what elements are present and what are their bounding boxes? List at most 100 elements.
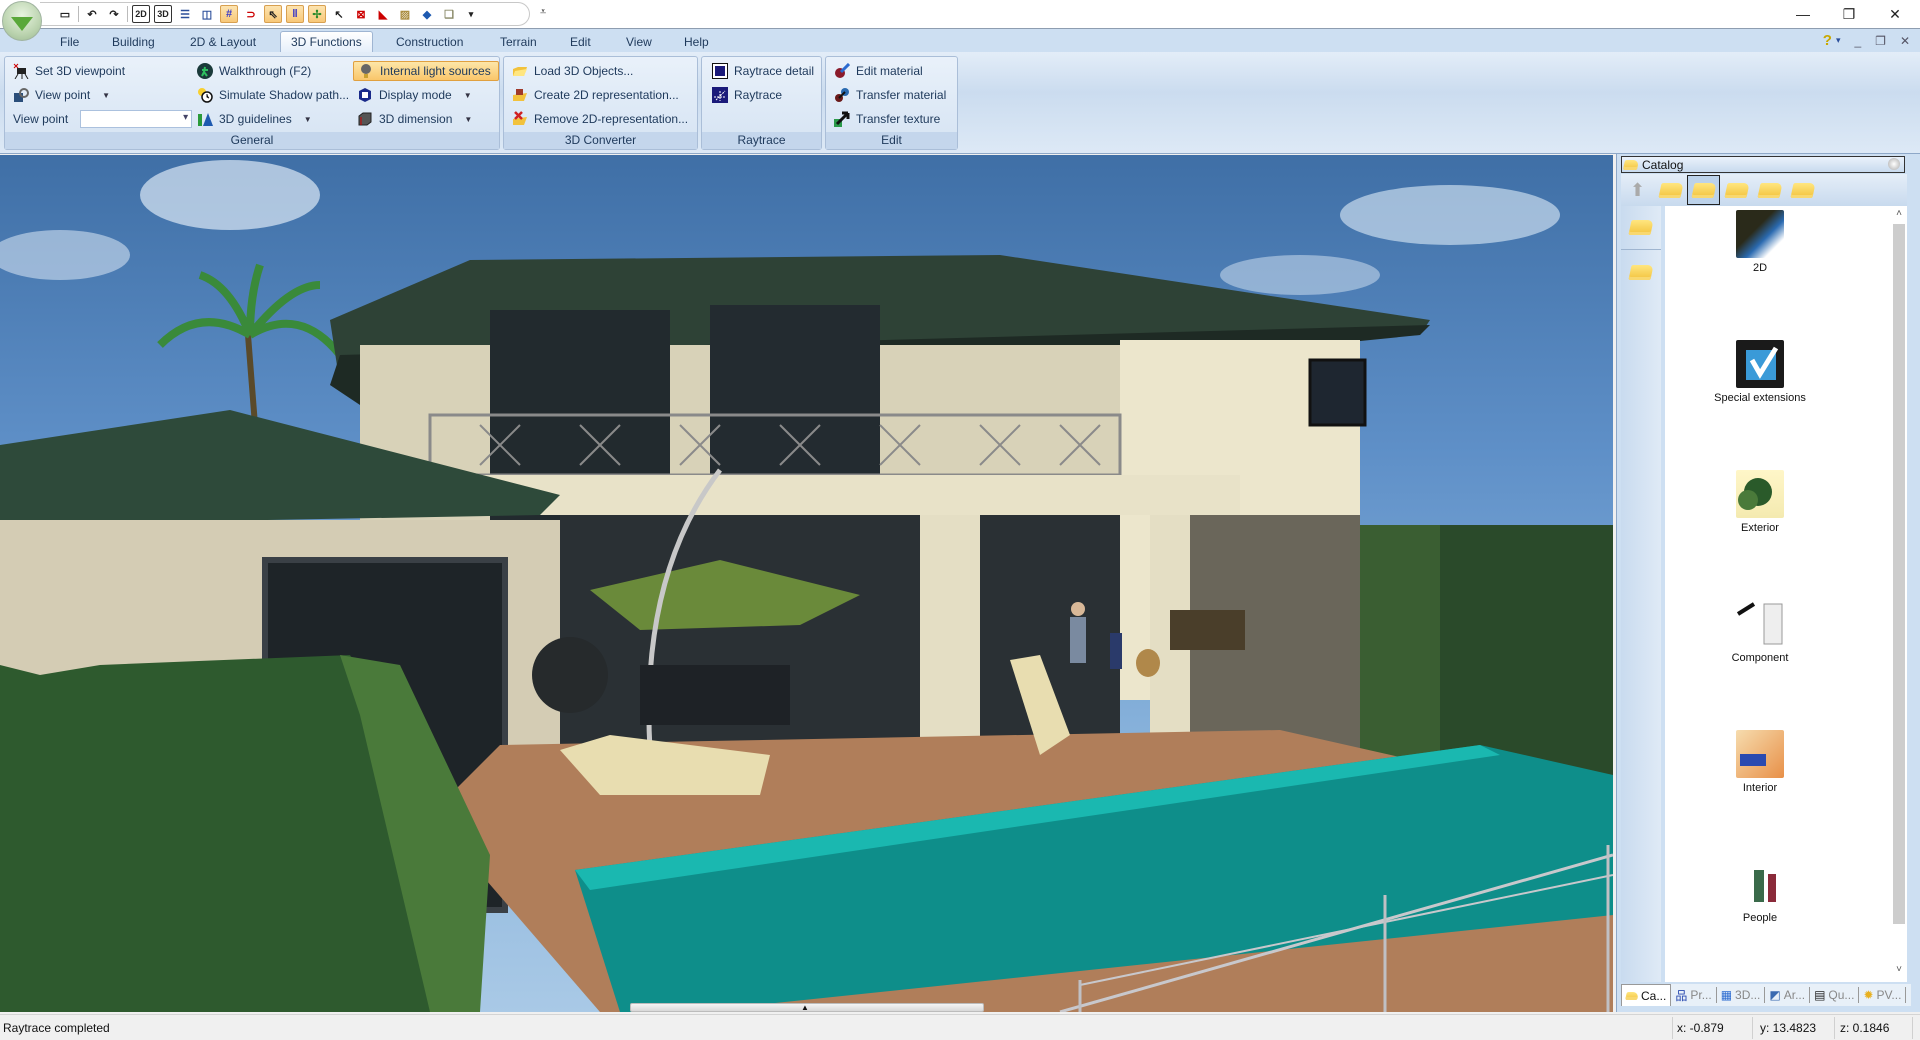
side-folder-plain[interactable] [1621, 250, 1661, 294]
restore-button[interactable]: ❐ [1834, 4, 1864, 24]
cloud [0, 230, 130, 280]
window-close-icon[interactable]: ⊠ [352, 5, 370, 23]
application-menu-button[interactable] [2, 1, 42, 41]
edit-material-button[interactable]: Edit material [830, 61, 927, 81]
tab-area[interactable]: ◩ Ar... [1765, 987, 1811, 1003]
view-point-combo[interactable] [80, 110, 193, 128]
copy-icon[interactable]: ❏ [440, 5, 458, 23]
split-vertical-icon[interactable]: ◫ [198, 5, 216, 23]
undo-icon[interactable]: ↶ [83, 5, 101, 23]
simulate-shadow-path-button[interactable]: Simulate Shadow path... [193, 85, 353, 105]
parallel-lines-icon[interactable]: ‖ [286, 5, 304, 23]
cube-display-icon [357, 87, 373, 103]
download-arrow-icon [11, 17, 33, 31]
tab-edit[interactable]: Edit [560, 32, 601, 53]
crosshair-icon[interactable]: ✢ [308, 5, 326, 23]
tab-help[interactable]: Help [674, 32, 719, 53]
grid-icon[interactable]: # [220, 5, 238, 23]
tab-construction[interactable]: Construction [386, 32, 473, 53]
side-folder-symbols[interactable] [1621, 206, 1661, 250]
customize-toolbar-icon[interactable]: ⩡ [540, 6, 546, 19]
area-icon: ◩ [1769, 988, 1781, 1002]
catalog-item-2d[interactable]: 2D [1665, 210, 1855, 274]
tab-quantities[interactable]: ▤ Qu... [1810, 987, 1860, 1003]
scroll-up-icon[interactable]: ˄ [1893, 208, 1905, 222]
tab-view[interactable]: View [616, 32, 662, 53]
tab-3d-functions[interactable]: 3D Functions [280, 31, 373, 53]
help-dropdown-icon[interactable]: ▾ [1836, 35, 1841, 46]
view-3d-icon[interactable]: 3D [154, 5, 172, 23]
catalog-item-component[interactable]: Component [1665, 600, 1855, 664]
folder-icon [1628, 264, 1654, 280]
coordinate-x: x: -0.879 [1677, 1021, 1724, 1035]
scroll-down-icon[interactable]: ˅ [1893, 964, 1905, 978]
split-horizontal-icon[interactable]: ☰ [176, 5, 194, 23]
magnet-icon[interactable]: ⊃ [242, 5, 260, 23]
view-2d-icon[interactable]: 2D [132, 5, 150, 23]
display-mode-button[interactable]: Display mode ▼ [353, 85, 476, 105]
mdi-close-button[interactable]: ✕ [1900, 34, 1910, 48]
tab-pv[interactable]: ✹ PV... [1859, 987, 1907, 1003]
minimize-button[interactable]: — [1788, 4, 1818, 24]
tab-2d-layout[interactable]: 2D & Layout [180, 32, 266, 53]
folder-globe-button[interactable] [1753, 175, 1786, 205]
set-3d-viewpoint-button[interactable]: Set 3D viewpoint [9, 61, 129, 81]
raytrace-button[interactable]: Raytrace [708, 85, 786, 105]
folder-shapes-button[interactable] [1786, 175, 1819, 205]
transfer-texture-button[interactable]: Transfer texture [830, 109, 944, 129]
help-icon[interactable]: ? [1823, 32, 1832, 49]
grid-icon: ▦ [1720, 988, 1733, 1002]
snap-pointer-icon[interactable]: ⇖ [264, 5, 282, 23]
catalog-item-exterior[interactable]: Exterior [1665, 470, 1855, 534]
create-2d-representation-button[interactable]: Create 2D representation... [508, 85, 683, 105]
dining-set [1170, 610, 1245, 650]
shapes-folder-icon [1789, 182, 1816, 198]
folder-3d-objects-button[interactable] [1687, 175, 1720, 205]
3d-viewport[interactable]: ▲ [0, 155, 1613, 1012]
catalog-item-interior[interactable]: Interior [1665, 730, 1855, 794]
tab-file[interactable]: File [50, 32, 89, 53]
internal-light-sources-button[interactable]: Internal light sources [353, 61, 499, 81]
catalog-item-people[interactable]: People [1665, 860, 1855, 924]
scrollbar-thumb[interactable] [1893, 224, 1905, 924]
separator [1834, 1017, 1835, 1039]
folder-windows-button[interactable] [1654, 175, 1687, 205]
walkthrough-button[interactable]: Walkthrough (F2) [193, 61, 315, 81]
3d-guidelines-button[interactable]: 3D guidelines ▼ [193, 109, 316, 129]
tab-catalog[interactable]: Ca... [1621, 984, 1672, 1006]
tab-3d[interactable]: ▦ 3D... [1717, 987, 1766, 1003]
close-button[interactable]: ✕ [1880, 4, 1910, 24]
tree-icon: 品 [1675, 988, 1688, 1003]
group-raytrace: Raytrace detail Raytrace Raytrace [701, 56, 822, 150]
new-document-icon[interactable]: ▭ [56, 5, 74, 23]
mdi-restore-button[interactable]: ❐ [1875, 34, 1886, 48]
folder-textures-button[interactable] [1720, 175, 1753, 205]
remove-2d-representation-button[interactable]: Remove 2D-representation... [508, 109, 692, 129]
load-3d-objects-button[interactable]: Load 3D Objects... [508, 61, 637, 81]
palm-tree [157, 263, 344, 426]
redo-icon[interactable]: ↷ [105, 5, 123, 23]
dimension-cube-icon [357, 111, 373, 127]
tab-building[interactable]: Building [102, 32, 165, 53]
hatch-icon[interactable]: ▨ [396, 5, 414, 23]
camera-icon [13, 63, 29, 80]
tab-project[interactable]: 品 Pr... [1671, 987, 1717, 1003]
texture-folder-icon [1723, 182, 1750, 198]
flag-icon[interactable]: ◣ [374, 5, 392, 23]
transfer-material-button[interactable]: Transfer material [830, 85, 950, 105]
pointer-icon[interactable]: ↖ [330, 5, 348, 23]
tab-terrain[interactable]: Terrain [490, 32, 547, 53]
catalog-scrollbar[interactable]: ˄ ˅ [1891, 206, 1907, 982]
view-point-button[interactable]: View point ▼ [9, 85, 114, 105]
catalog-folder-icon [1622, 159, 1640, 170]
raytrace-detail-button[interactable]: Raytrace detail [708, 61, 818, 81]
folder-up-button[interactable]: ⬆ [1621, 175, 1654, 205]
3d-dimension-button[interactable]: 3D dimension ▼ [353, 109, 476, 129]
catalog-item-special-extensions[interactable]: Special extensions [1665, 340, 1855, 404]
viewport-horizontal-scrollbar[interactable]: ▲ [630, 1003, 984, 1012]
pin-icon[interactable] [1888, 158, 1900, 170]
exterior-thumbnail-icon [1736, 470, 1784, 518]
chevron-down-icon[interactable]: ▾ [462, 5, 480, 23]
mdi-minimize-button[interactable]: _ [1854, 34, 1861, 48]
surface-icon[interactable]: ◆ [418, 5, 436, 23]
